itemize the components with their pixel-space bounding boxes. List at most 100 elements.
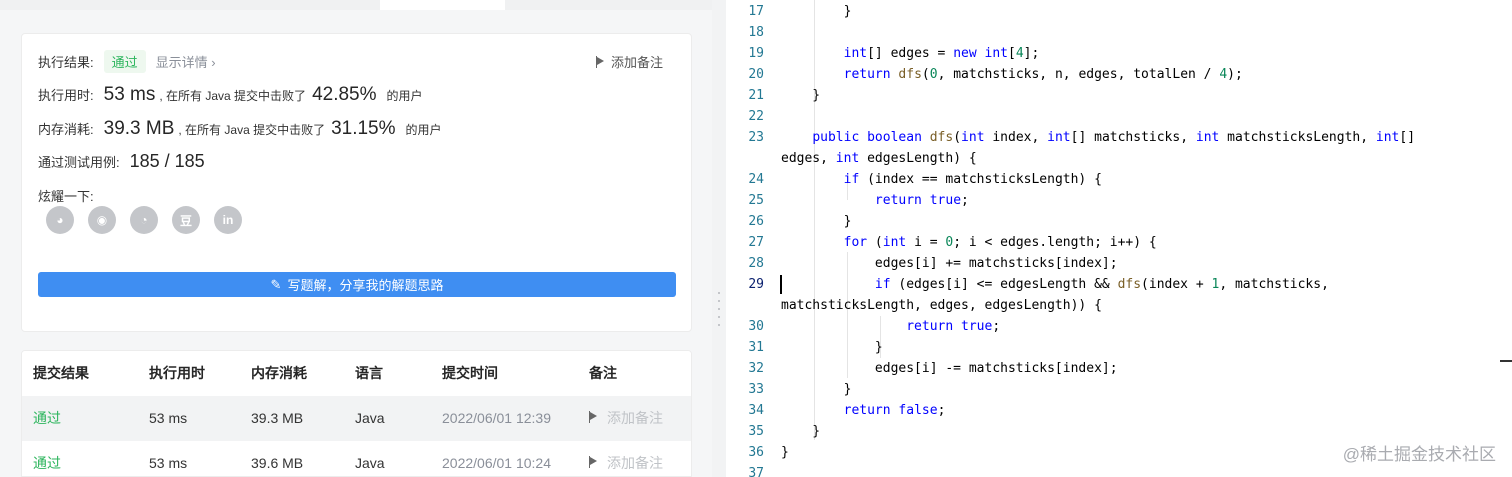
table-row[interactable]: 通过 53 ms 39.6 MB Java 2022/06/01 10:24 添… xyxy=(22,441,691,476)
tests-row: 通过测试用例: 185 / 185 xyxy=(38,151,205,172)
line-number: 32 xyxy=(748,361,764,376)
row-time: 2022/06/01 10:24 xyxy=(442,455,551,471)
code-line: edges[i] -= matchsticks[index]; xyxy=(781,361,1118,376)
line-number: 36 xyxy=(748,445,764,460)
line-number: 24 xyxy=(748,172,764,187)
pencil-icon: ✎ xyxy=(270,276,282,292)
code-line: public boolean dfs(int index, int[] matc… xyxy=(812,130,1416,145)
row-status[interactable]: 通过 xyxy=(33,396,61,441)
row-add-note[interactable]: 添加备注 xyxy=(589,441,663,476)
status-badge: 通过 xyxy=(103,50,146,73)
code-line: return dfs(0, matchsticks, n, edges, tot… xyxy=(843,67,1243,82)
code-line: return false; xyxy=(843,403,946,418)
watermark: @稀土掘金技术社区 xyxy=(1342,445,1496,464)
line-number: 33 xyxy=(748,382,764,397)
douban-icon[interactable]: 豆 xyxy=(172,206,200,234)
table-header: 提交结果 执行用时 内存消耗 语言 提交时间 备注 xyxy=(22,351,691,396)
line-number: 31 xyxy=(748,340,764,355)
grip-dot xyxy=(718,316,720,318)
row-add-note[interactable]: 添加备注 xyxy=(589,396,663,441)
row-language: Java xyxy=(355,455,385,471)
row-runtime: 53 ms xyxy=(149,410,188,426)
submissions-table: 提交结果 执行用时 内存消耗 语言 提交时间 备注 通过 53 ms 39.3 … xyxy=(21,350,692,477)
code-line: } xyxy=(781,424,821,439)
row-memory: 39.6 MB xyxy=(251,455,304,471)
row-memory: 39.3 MB xyxy=(251,410,304,426)
memory-text: , 在所有 Java 提交中击败了 xyxy=(178,123,326,137)
line-number: 34 xyxy=(748,403,764,418)
text-cursor xyxy=(780,275,782,294)
memory-value: 39.3 MB xyxy=(103,118,175,139)
header-time: 提交时间 xyxy=(442,365,498,381)
tests-label: 通过测试用例: xyxy=(38,155,120,170)
code-editor[interactable]: 17 18 19 20 21 22 23 24 25 26 27 28 29 3… xyxy=(726,0,1512,477)
code-line: return true; xyxy=(874,193,969,208)
line-number: 25 xyxy=(748,193,764,208)
result-card: 执行结果: 通过 显示详情 › 添加备注 执行用时: 53 ms , 在所有 J… xyxy=(21,33,692,332)
scrollbar-marker[interactable] xyxy=(1500,360,1512,362)
code-line: return true; xyxy=(906,319,1001,334)
code-line: edges[i] += matchsticks[index]; xyxy=(781,256,1118,271)
add-note-label: 添加备注 xyxy=(610,55,663,70)
panel-splitter[interactable] xyxy=(712,0,726,477)
line-number: 26 xyxy=(748,214,764,229)
row-time: 2022/06/01 12:39 xyxy=(442,410,551,426)
memory-suffix: 的用户 xyxy=(405,123,442,137)
result-row: 执行结果: 通过 显示详情 › xyxy=(38,50,216,73)
memory-row: 内存消耗: 39.3 MB , 在所有 Java 提交中击败了 31.15% 的… xyxy=(38,118,442,140)
grip-dot xyxy=(718,292,720,294)
code-line: } xyxy=(781,4,852,19)
code-line: int[] edges = new int[4]; xyxy=(843,46,1040,61)
line-number: 18 xyxy=(748,25,764,40)
code-line: for (int i = 0; i < edges.length; i++) { xyxy=(843,235,1157,250)
runtime-suffix: 的用户 xyxy=(386,89,423,103)
line-number: 20 xyxy=(748,67,764,82)
header-note: 备注 xyxy=(589,365,617,381)
line-number: 19 xyxy=(748,46,764,61)
write-solution-button[interactable]: ✎ 写题解，分享我的解题思路 xyxy=(38,272,676,297)
row-note-label: 添加备注 xyxy=(607,455,663,471)
line-number-active: 29 xyxy=(748,277,764,292)
code-line: matchsticksLength, edges, edgesLength)) … xyxy=(781,298,1102,313)
runtime-label: 执行用时: xyxy=(38,88,94,103)
runtime-row: 执行用时: 53 ms , 在所有 Java 提交中击败了 42.85% 的用户 xyxy=(38,84,423,106)
memory-label: 内存消耗: xyxy=(38,122,94,137)
qq-icon[interactable]: ◔ xyxy=(130,206,158,234)
flag-icon xyxy=(595,55,606,68)
code-line: edges, int edgesLength) { xyxy=(781,151,977,166)
line-number: 22 xyxy=(748,109,764,124)
top-tab-bar xyxy=(0,0,712,10)
show-details-link[interactable]: 显示详情 › xyxy=(156,52,216,71)
flag-icon xyxy=(589,456,599,468)
row-runtime: 53 ms xyxy=(149,455,188,471)
active-tab[interactable] xyxy=(380,0,505,10)
write-solution-label: 写题解，分享我的解题思路 xyxy=(287,278,444,293)
tests-value: 185 / 185 xyxy=(129,151,205,171)
line-number: 23 xyxy=(748,130,764,145)
row-language: Java xyxy=(355,410,385,426)
code-line: } xyxy=(781,382,852,397)
code-line: } xyxy=(781,214,852,229)
header-memory: 内存消耗 xyxy=(251,365,307,381)
line-number: 30 xyxy=(748,319,764,334)
add-note-button[interactable]: 添加备注 xyxy=(595,52,663,71)
wechat-icon[interactable]: ◕ xyxy=(46,206,74,234)
result-label: 执行结果: xyxy=(38,55,94,70)
share-label: 炫耀一下: xyxy=(38,189,94,204)
social-share-icons: ◕ ◉ ◔ 豆 in xyxy=(46,206,242,234)
code-line: } xyxy=(781,88,821,103)
table-row[interactable]: 通过 53 ms 39.3 MB Java 2022/06/01 12:39 添… xyxy=(22,396,691,441)
line-number: 21 xyxy=(748,88,764,103)
grip-dot xyxy=(718,324,720,326)
row-status[interactable]: 通过 xyxy=(33,441,61,476)
weibo-icon[interactable]: ◉ xyxy=(88,206,116,234)
runtime-value: 53 ms xyxy=(103,84,156,105)
code-line: } xyxy=(781,445,789,460)
share-row: 炫耀一下: xyxy=(38,186,94,205)
runtime-text: , 在所有 Java 提交中击败了 xyxy=(159,89,307,103)
memory-percent: 31.15% xyxy=(331,118,396,139)
code-line: } xyxy=(781,340,883,355)
linkedin-icon[interactable]: in xyxy=(214,206,242,234)
left-panel: 执行结果: 通过 显示详情 › 添加备注 执行用时: 53 ms , 在所有 J… xyxy=(0,0,712,477)
header-status: 提交结果 xyxy=(33,365,89,381)
